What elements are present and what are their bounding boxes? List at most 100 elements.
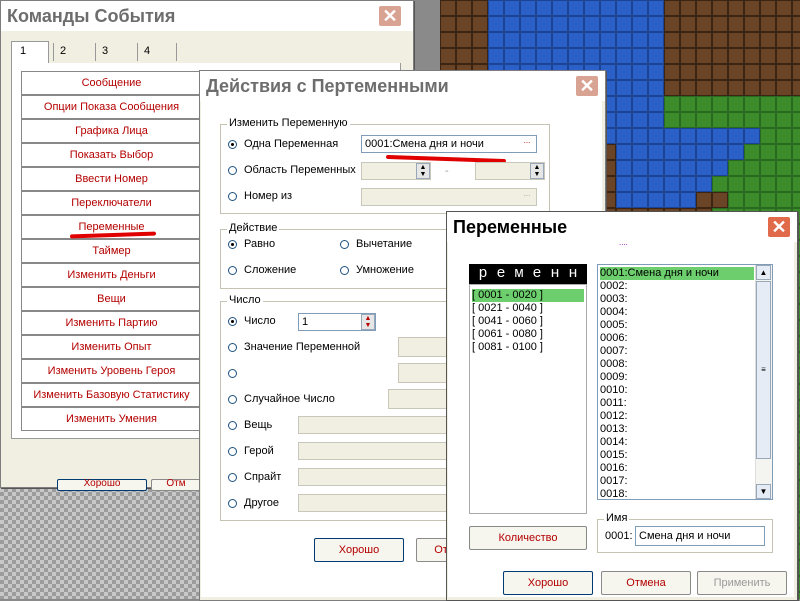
ok-button[interactable]: Хорошо: [314, 538, 404, 562]
command-button[interactable]: Изменить Опыт: [21, 335, 202, 359]
command-button[interactable]: Изменить Умения: [21, 407, 202, 431]
range-dash: -: [445, 165, 449, 177]
variables-window: Переменные ✕ .... р е м е н н [ 0001 - 0…: [446, 211, 798, 601]
radio-single-variable[interactable]: [228, 140, 237, 149]
title-marker: ....: [619, 238, 628, 247]
variable-list-item[interactable]: 0012:: [600, 410, 628, 423]
quantity-button[interactable]: Количество: [469, 526, 587, 550]
close-button[interactable]: ✕: [575, 75, 599, 97]
single-variable-value: 0001:Смена дня и ночи: [365, 138, 484, 150]
variable-list-item[interactable]: 0008:: [600, 358, 628, 371]
command-button[interactable]: Графика Лица: [21, 119, 202, 143]
variable-list-item[interactable]: 0009:: [600, 371, 628, 384]
group-list-item[interactable]: [ 0081 - 0100 ]: [472, 341, 543, 354]
variable-list-item[interactable]: 0005:: [600, 319, 628, 332]
variable-list-item[interactable]: 0002:: [600, 280, 628, 293]
command-button[interactable]: Переключатели: [21, 191, 202, 215]
command-button[interactable]: Вещи: [21, 287, 202, 311]
ok-button[interactable]: Хорошо: [503, 571, 593, 595]
radio-random-number[interactable]: [228, 395, 237, 404]
range-start-field[interactable]: ▲ ▼: [361, 162, 431, 180]
radio-sprite[interactable]: [228, 473, 237, 482]
variable-list-item[interactable]: 0014:: [600, 436, 628, 449]
radio-number-from[interactable]: [228, 192, 237, 201]
number-field[interactable]: 1 ▲ ▼: [298, 313, 376, 331]
scroll-up-button[interactable]: ▲: [756, 265, 771, 280]
equal-label: Равно: [244, 238, 276, 250]
random-number-label: Случайное Число: [244, 393, 335, 405]
tab-2[interactable]: 2: [53, 43, 89, 61]
radio-equal[interactable]: [228, 240, 237, 249]
ok-button[interactable]: Хорошо: [57, 479, 147, 491]
command-button[interactable]: Изменить Уровень Героя: [21, 359, 202, 383]
name-field[interactable]: Смена дня и ночи: [635, 526, 765, 546]
group-list-item[interactable]: [ 0021 - 0040 ]: [472, 302, 543, 315]
group-label: Число: [227, 294, 263, 306]
radio-blank-option[interactable]: [228, 369, 237, 378]
tab-3[interactable]: 3: [95, 43, 131, 61]
name-id: 0001:: [605, 530, 633, 542]
variable-list-item[interactable]: 0016:: [600, 462, 628, 475]
command-button[interactable]: Показать Выбор: [21, 143, 202, 167]
variable-list-item[interactable]: 0006:: [600, 332, 628, 345]
command-button[interactable]: Таймер: [21, 239, 202, 263]
multiply-label: Умножение: [356, 264, 414, 276]
apply-button[interactable]: Применить: [697, 571, 787, 595]
range-end-spinner[interactable]: ▲ ▼: [530, 163, 544, 179]
range-start-spinner[interactable]: ▲ ▼: [416, 163, 430, 179]
hero-label: Герой: [244, 445, 274, 457]
variable-list-item[interactable]: 0018:: [600, 488, 628, 501]
radio-variable-range[interactable]: [228, 166, 237, 175]
browse-button[interactable]: ...: [520, 137, 534, 149]
tab-1[interactable]: 1: [11, 41, 49, 63]
radio-multiply[interactable]: [340, 266, 349, 275]
scroll-down-button[interactable]: ▼: [756, 484, 771, 499]
radio-add[interactable]: [228, 266, 237, 275]
close-button[interactable]: ✕: [767, 216, 791, 238]
radio-number[interactable]: [228, 317, 237, 326]
variable-list-item[interactable]: 0007:: [600, 345, 628, 358]
variable-list-item[interactable]: 0011:: [600, 397, 627, 410]
command-button[interactable]: Изменить Базовую Статистику: [21, 383, 202, 407]
variable-list-item[interactable]: 0001:Смена дня и ночи: [600, 267, 754, 280]
number-value: 1: [302, 316, 309, 328]
radio-item[interactable]: [228, 421, 237, 430]
variable-list-item[interactable]: 0017:: [600, 475, 628, 488]
scrollbar[interactable]: ▲ ≡ ▼: [755, 265, 772, 499]
number-spinner[interactable]: ▲ ▼: [361, 314, 375, 330]
radio-other[interactable]: [228, 499, 237, 508]
variable-list-item[interactable]: 0010:: [600, 384, 628, 397]
command-button[interactable]: Опции Показа Сообщения: [21, 95, 202, 119]
subtract-label: Вычетание: [356, 238, 413, 250]
radio-hero[interactable]: [228, 447, 237, 456]
command-button[interactable]: Изменить Деньги: [21, 263, 202, 287]
tab-4[interactable]: 4: [137, 43, 177, 61]
single-variable-field[interactable]: 0001:Смена дня и ночи ...: [361, 135, 537, 153]
radio-variable-value[interactable]: [228, 343, 237, 352]
window-title: Команды События: [1, 1, 413, 31]
variable-list-item[interactable]: 0004:: [600, 306, 628, 319]
range-end-field[interactable]: ▲ ▼: [475, 162, 545, 180]
command-button[interactable]: Изменить Партию: [21, 311, 202, 335]
item-label: Вещь: [244, 419, 273, 431]
number-from-label: Номер из: [244, 190, 293, 202]
variable-list-item[interactable]: 0003:: [600, 293, 628, 306]
command-button[interactable]: Сообщение: [21, 71, 202, 95]
number-from-field[interactable]: ...: [361, 188, 537, 206]
variable-list[interactable]: ▲ ≡ ▼ 0001:Смена дня и ночи 0002: 0003: 000…: [597, 264, 773, 500]
cancel-button[interactable]: Отмена: [601, 571, 691, 595]
variable-list-item[interactable]: 0015:: [600, 449, 628, 462]
variable-list-item[interactable]: 0013:: [600, 423, 628, 436]
command-button[interactable]: Ввести Номер: [21, 167, 202, 191]
group-list-item[interactable]: [ 0061 - 0080 ]: [472, 328, 543, 341]
close-button[interactable]: ✕: [378, 5, 402, 27]
group-list-item[interactable]: [ 0001 - 0020 ]: [472, 289, 584, 302]
group-list[interactable]: [ 0001 - 0020 ][ 0021 - 0040 ][ 0041 - 0…: [469, 284, 587, 514]
group-list-item[interactable]: [ 0041 - 0060 ]: [472, 315, 543, 328]
other-button[interactable]: Отм: [151, 479, 201, 491]
radio-subtract[interactable]: [340, 240, 349, 249]
group-label: Действие: [227, 222, 280, 234]
browse-button[interactable]: ...: [520, 190, 534, 202]
scroll-thumb[interactable]: ≡: [756, 281, 771, 459]
group-label: Изменить Переменную: [227, 117, 350, 129]
